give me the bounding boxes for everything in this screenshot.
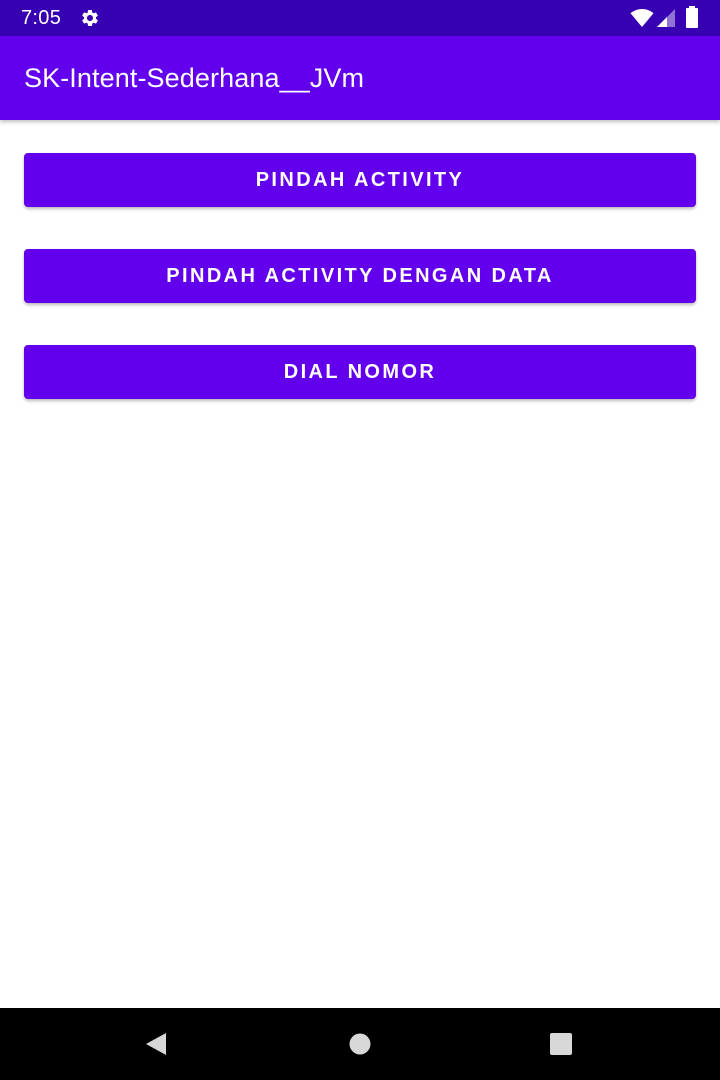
app-bar: SK-Intent-Sederhana__JVm [0,36,720,120]
home-icon[interactable] [348,1032,372,1056]
navigation-bar [0,1008,720,1080]
battery-icon [686,6,698,28]
dial-nomor-label: DIAL NOMOR [283,360,437,383]
status-time: 7:05 [21,7,62,29]
status-bar: 7:05 [0,0,720,36]
dial-nomor-button[interactable]: DIAL NOMOR [24,345,696,399]
recents-icon[interactable] [549,1032,573,1056]
pindah-activity-label: PINDAH ACTIVITY [255,168,465,191]
back-icon[interactable] [144,1032,168,1056]
app-title: SK-Intent-Sederhana__JVm [24,63,365,93]
pindah-activity-dengan-data-label: PINDAH ACTIVITY DENGAN DATA [166,264,554,287]
pindah-activity-button[interactable]: PINDAH ACTIVITY [24,153,696,207]
cell-signal-icon [657,9,675,27]
main-content: PINDAH ACTIVITY PINDAH ACTIVITY DENGAN D… [0,120,720,1008]
pindah-activity-dengan-data-button[interactable]: PINDAH ACTIVITY DENGAN DATA [24,249,696,303]
wifi-icon [630,9,654,27]
settings-gear-icon [82,9,98,26]
